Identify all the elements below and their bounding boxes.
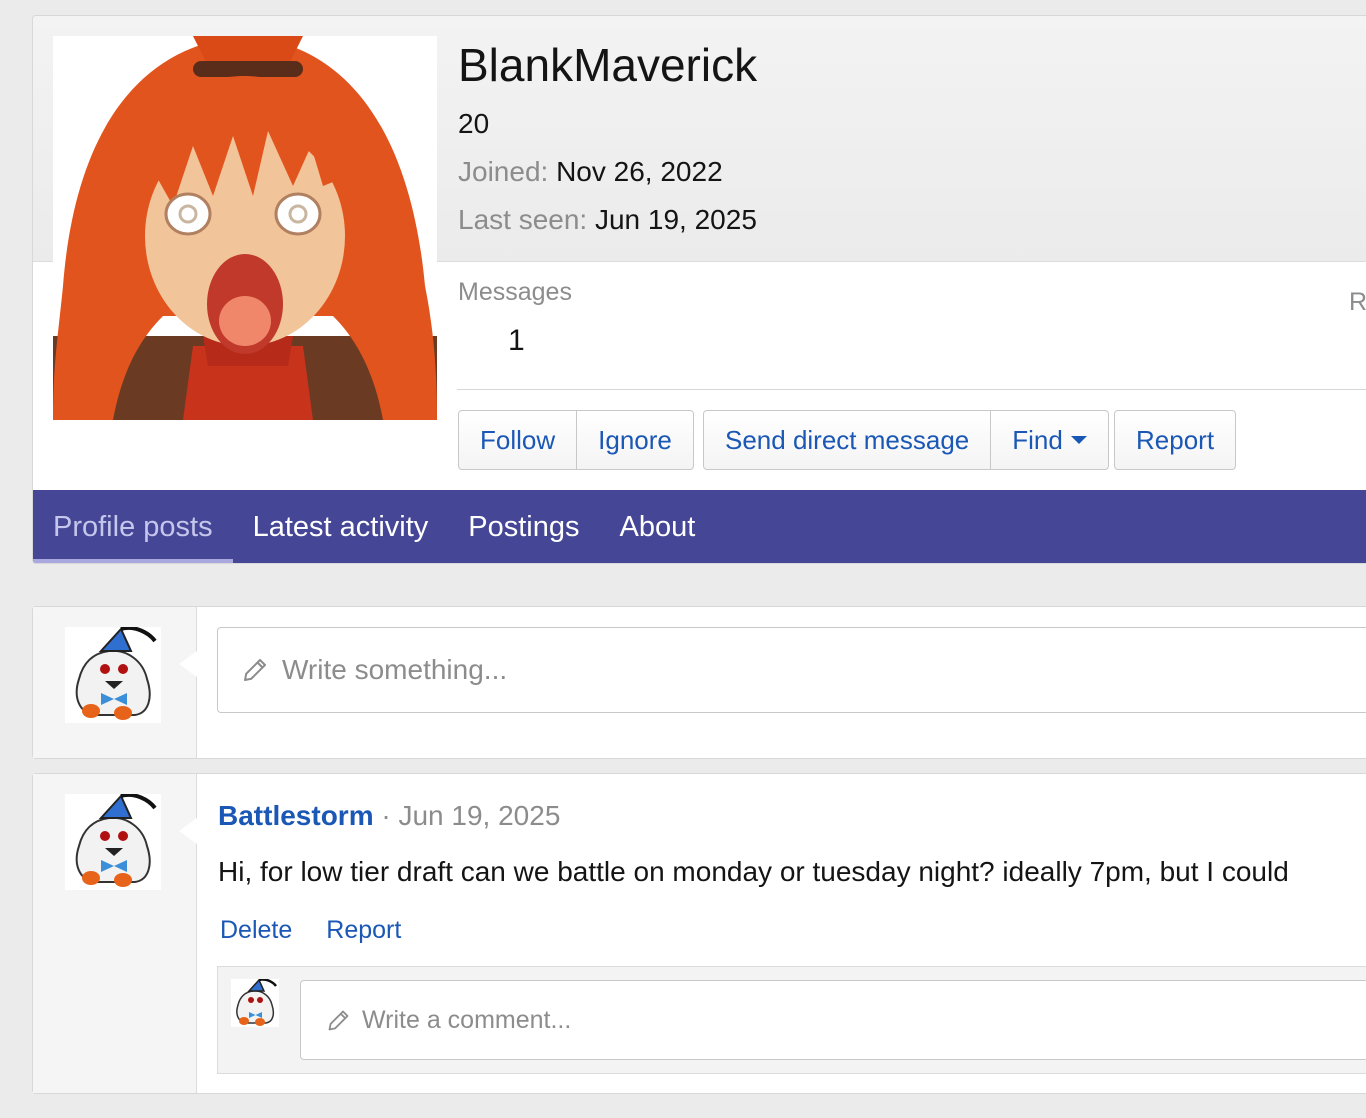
find-label: Find bbox=[1012, 424, 1063, 455]
post-author-link[interactable]: Battlestorm bbox=[218, 800, 374, 831]
profile-username: BlankMaverick bbox=[458, 39, 758, 91]
pencil-icon bbox=[244, 659, 266, 681]
profile-tabs: Profile posts Latest activity Postings A… bbox=[33, 490, 1366, 563]
post-date[interactable]: Jun 19, 2025 bbox=[398, 800, 560, 831]
profile-stats: Messages 1 bbox=[458, 278, 572, 357]
messages-count[interactable]: 1 bbox=[508, 324, 525, 358]
report-post-link[interactable]: Report bbox=[326, 916, 401, 945]
message-find-group: Send direct message Find bbox=[703, 410, 1109, 470]
report-user-button[interactable]: Report bbox=[1115, 411, 1235, 469]
find-dropdown-button[interactable]: Find bbox=[991, 411, 1108, 469]
write-something-input[interactable]: Write something... bbox=[217, 627, 1366, 713]
last-seen-label: Last seen: bbox=[458, 204, 588, 235]
post-actions: Delete Report bbox=[220, 916, 401, 945]
comment-area: Write a comment... bbox=[217, 966, 1366, 1074]
visitor-avatar[interactable] bbox=[65, 626, 161, 723]
post-meta: Battlestorm · Jun 19, 2025 bbox=[218, 800, 560, 832]
tab-about[interactable]: About bbox=[600, 490, 716, 563]
profile-last-seen: Last seen: Jun 19, 2025 bbox=[458, 204, 757, 236]
joined-value: Nov 26, 2022 bbox=[556, 156, 723, 187]
stats-divider bbox=[457, 389, 1366, 390]
write-something-placeholder: Write something... bbox=[282, 654, 508, 685]
joined-label: Joined: bbox=[458, 156, 549, 187]
messages-label: Messages bbox=[458, 278, 572, 306]
caret-down-icon bbox=[1070, 436, 1087, 444]
profile-avatar[interactable] bbox=[53, 36, 437, 420]
pencil-icon bbox=[328, 1010, 349, 1030]
send-direct-message-button[interactable]: Send direct message bbox=[704, 411, 992, 469]
tab-profile-posts[interactable]: Profile posts bbox=[33, 490, 233, 563]
delete-post-link[interactable]: Delete bbox=[220, 916, 292, 945]
tab-latest-activity[interactable]: Latest activity bbox=[233, 490, 449, 563]
profile-user-title: 20 bbox=[458, 108, 490, 139]
stat-label-truncated: R bbox=[1349, 288, 1366, 316]
report-group: Report bbox=[1114, 410, 1237, 470]
profile-joined: Joined: Nov 26, 2022 bbox=[458, 156, 723, 188]
follow-button[interactable]: Follow bbox=[459, 411, 578, 469]
post-separator: · bbox=[373, 800, 399, 831]
post-body: Hi, for low tier draft can we battle on … bbox=[218, 856, 1289, 887]
ignore-button[interactable]: Ignore bbox=[577, 411, 693, 469]
post-author-avatar[interactable] bbox=[65, 793, 161, 890]
new-profile-post: Write something... bbox=[32, 606, 1366, 759]
profile-post: Battlestorm · Jun 19, 2025 Hi, for low t… bbox=[32, 773, 1366, 1094]
write-comment-placeholder: Write a comment... bbox=[362, 1005, 572, 1034]
write-comment-input[interactable]: Write a comment... bbox=[300, 980, 1366, 1060]
comment-avatar[interactable] bbox=[231, 978, 279, 1027]
profile-card: BlankMaverick 20 Joined: Nov 26, 2022 La… bbox=[32, 15, 1366, 564]
last-seen-value: Jun 19, 2025 bbox=[594, 204, 757, 235]
tab-postings[interactable]: Postings bbox=[448, 490, 599, 563]
follow-ignore-group: Follow Ignore bbox=[458, 410, 694, 470]
